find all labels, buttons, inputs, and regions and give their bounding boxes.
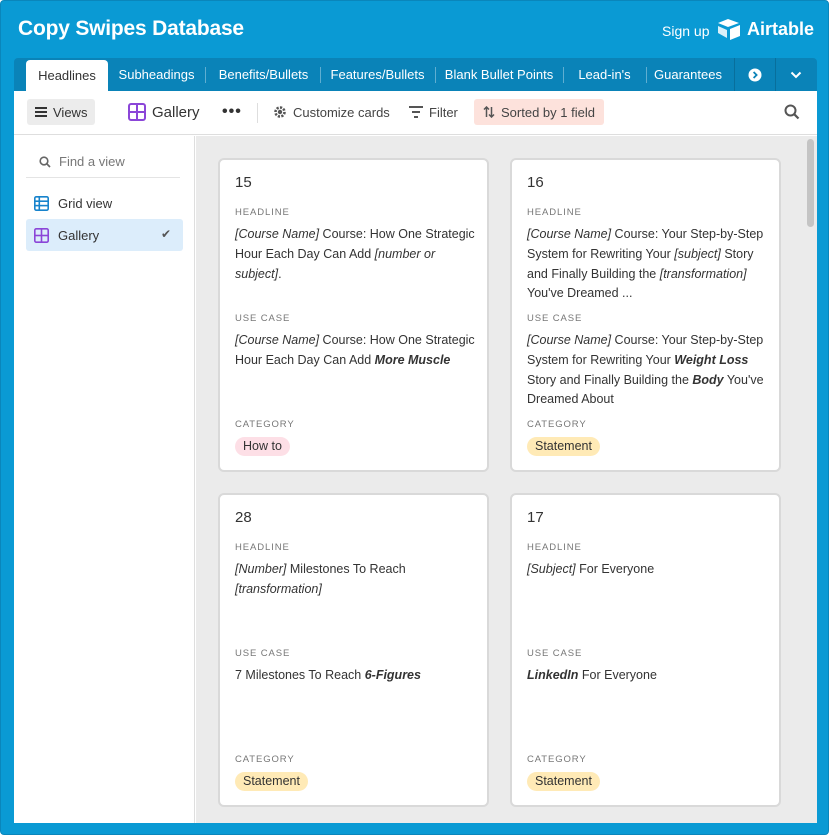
main-panel: Views Gallery ••• Customize cards Filter…	[14, 91, 817, 823]
tab-separator	[435, 67, 436, 83]
search-button[interactable]	[784, 99, 800, 125]
views-label: Views	[53, 104, 88, 120]
filter-icon	[409, 106, 423, 118]
hamburger-icon	[35, 107, 47, 117]
category-field-label: CATEGORY	[235, 754, 295, 765]
record-card[interactable]: 16 HEADLINE [Course Name] Course: Your S…	[510, 158, 781, 472]
find-view-placeholder: Find a view	[59, 154, 125, 169]
tab-guarantees[interactable]: Guarantees	[648, 58, 728, 91]
category-field-label: CATEGORY	[235, 419, 295, 430]
airtable-wordmark: Airtable	[747, 18, 815, 39]
gallery-icon	[128, 103, 146, 121]
views-sidebar: Find a view Grid view Gallery ✔	[14, 136, 195, 823]
headline-field-label: HEADLINE	[235, 542, 290, 553]
use-case-field-label: USE CASE	[527, 313, 583, 324]
checkmark-icon: ✔	[160, 227, 171, 241]
headline-value: [Subject] For Everyone	[527, 562, 655, 576]
category-badge: Statement	[527, 772, 600, 791]
search-icon	[784, 104, 800, 120]
category-badge: Statement	[527, 437, 600, 456]
category-field-label: CATEGORY	[527, 419, 587, 430]
more-tables-button[interactable]	[737, 58, 773, 91]
tab-separator	[563, 67, 564, 83]
tab-separator	[646, 67, 647, 83]
current-view-button[interactable]: Gallery	[128, 99, 200, 125]
tab-features-bullets[interactable]: Features/Bullets	[322, 58, 433, 91]
table-tabs: Headlines Subheadings Benefits/Bullets F…	[14, 58, 817, 91]
tab-separator	[775, 58, 776, 91]
find-view-input[interactable]: Find a view	[26, 146, 180, 178]
tab-benefits-bullets[interactable]: Benefits/Bullets	[207, 58, 320, 91]
gear-icon	[274, 106, 286, 118]
sidebar-item-grid-view[interactable]: Grid view	[26, 187, 183, 219]
sidebar-item-label: Gallery	[58, 227, 100, 243]
customize-cards-label: Customize cards	[293, 104, 390, 120]
airtable-logo[interactable]: Airtable	[717, 18, 814, 40]
customize-cards-button[interactable]: Customize cards	[273, 99, 390, 125]
record-number: 16	[527, 174, 544, 191]
use-case-value: 7 Milestones To Reach 6-Figures	[235, 668, 421, 682]
toolbar-divider	[257, 103, 258, 123]
gallery-grid: 15 HEADLINE [Course Name] Course: How On…	[196, 136, 817, 823]
view-more-button[interactable]: •••	[222, 99, 242, 125]
sign-up-link[interactable]: Sign up	[662, 23, 709, 39]
tab-lead-ins[interactable]: Lead-in's	[565, 58, 644, 91]
tables-menu-button[interactable]	[778, 58, 814, 91]
chevron-down-icon	[790, 71, 802, 78]
record-card[interactable]: 15 HEADLINE [Course Name] Course: How On…	[218, 158, 489, 472]
use-case-field-label: USE CASE	[527, 648, 583, 659]
grid-icon	[34, 195, 49, 211]
record-card[interactable]: 28 HEADLINE [Number] Milestones To Reach…	[218, 493, 489, 807]
view-toolbar: Views Gallery ••• Customize cards Filter…	[14, 91, 817, 135]
sidebar-item-label: Grid view	[58, 195, 113, 211]
tab-subheadings[interactable]: Subheadings	[110, 58, 203, 91]
record-number: 15	[235, 174, 252, 191]
sidebar-item-gallery[interactable]: Gallery ✔	[26, 219, 183, 251]
headline-value: [Course Name] Course: Your Step-by-Step …	[527, 227, 764, 301]
category-badge: How to	[235, 437, 290, 456]
tab-separator	[734, 58, 735, 91]
headline-field-label: HEADLINE	[527, 542, 582, 553]
sort-label: Sorted by 1 field	[501, 104, 595, 120]
filter-label: Filter	[429, 104, 458, 120]
use-case-field-label: USE CASE	[235, 313, 291, 324]
filter-button[interactable]: Filter	[409, 99, 458, 125]
headline-value: [Course Name] Course: How One Strategic …	[235, 227, 475, 281]
use-case-field-label: USE CASE	[235, 648, 291, 659]
category-badge: Statement	[235, 772, 308, 791]
sort-arrows-icon	[483, 106, 495, 118]
headline-field-label: HEADLINE	[527, 207, 582, 218]
app-frame: Copy Swipes Database Sign up Airtable He…	[0, 0, 829, 835]
tab-separator	[205, 67, 206, 83]
use-case-value: [Course Name] Course: How One Strategic …	[235, 333, 475, 367]
use-case-value: LinkedIn For Everyone	[527, 668, 657, 682]
vertical-scrollbar[interactable]	[807, 139, 814, 227]
record-card[interactable]: 17 HEADLINE [Subject] For Everyone USE C…	[510, 493, 781, 807]
base-title: Copy Swipes Database	[18, 17, 244, 40]
category-field-label: CATEGORY	[527, 754, 587, 765]
tab-headlines[interactable]: Headlines	[26, 60, 108, 91]
record-number: 28	[235, 509, 252, 526]
gallery-icon	[34, 227, 49, 243]
tab-blank-bullet-points[interactable]: Blank Bullet Points	[437, 58, 561, 91]
headline-value: [Number] Milestones To Reach [transforma…	[235, 562, 406, 596]
record-number: 17	[527, 509, 544, 526]
views-toggle-button[interactable]: Views	[27, 99, 96, 125]
sort-button[interactable]: Sorted by 1 field	[474, 99, 604, 125]
airtable-icon	[718, 19, 740, 40]
use-case-value: [Course Name] Course: Your Step-by-Step …	[527, 333, 764, 407]
headline-field-label: HEADLINE	[235, 207, 290, 218]
search-icon	[39, 155, 51, 168]
tab-separator	[320, 67, 321, 83]
current-view-name: Gallery	[152, 103, 200, 121]
circle-arrow-right-icon	[748, 68, 762, 81]
